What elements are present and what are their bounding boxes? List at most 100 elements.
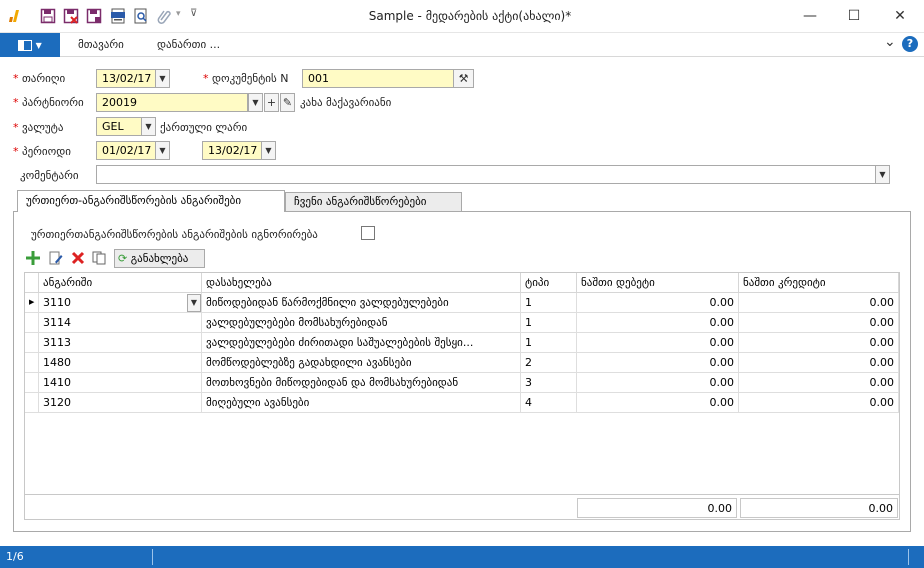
period-to-dropdown-button[interactable]: ▼ <box>261 141 276 160</box>
chevron-down-icon: ▼ <box>265 146 272 155</box>
comment-dropdown-button[interactable]: ▼ <box>875 165 890 184</box>
account-dropdown-button[interactable]: ▼ <box>187 294 201 312</box>
chevron-down-icon: ▼ <box>159 146 166 155</box>
date-field[interactable]: 13/02/17 <box>96 69 156 88</box>
table-cell-debit[interactable]: 0.00 <box>577 353 739 373</box>
collapse-ribbon-icon[interactable]: ⌄ <box>884 34 896 50</box>
app-logo-icon <box>9 10 19 22</box>
table-cell-account[interactable]: 3114 <box>39 313 202 333</box>
table-cell-account[interactable]: 1410 <box>39 373 202 393</box>
table-cell-type[interactable]: 1 <box>521 293 577 313</box>
table-cell-credit[interactable]: 0.00 <box>739 313 899 333</box>
partner-add-button[interactable]: + <box>264 93 279 112</box>
period-label: * პერიოდი <box>13 145 71 158</box>
table-cell-type[interactable]: 3 <box>521 373 577 393</box>
minimize-button[interactable]: — <box>788 4 832 28</box>
chevron-down-icon: ▼ <box>190 298 198 307</box>
table-cell-type[interactable]: 1 <box>521 313 577 333</box>
ignore-accounts-checkbox[interactable] <box>361 226 375 240</box>
col-header-credit[interactable]: ნაშთი კრედიტი <box>739 273 899 293</box>
tab-our-settlements[interactable]: ჩვენი ანგარიშსწორებები <box>285 192 462 211</box>
table-cell-type[interactable]: 2 <box>521 353 577 373</box>
table-cell-debit[interactable]: 0.00 <box>577 333 739 353</box>
currency-name: ქართული ლარი <box>160 121 248 134</box>
table-cell-credit[interactable]: 0.00 <box>739 373 899 393</box>
partner-label: * პარტნიორი <box>13 96 84 109</box>
table-cell-account[interactable]: 1480 <box>39 353 202 373</box>
date-dropdown-button[interactable]: ▼ <box>155 69 170 88</box>
partner-dropdown-button[interactable]: ▼ <box>248 93 263 112</box>
table-cell-debit[interactable]: 0.00 <box>577 373 739 393</box>
period-from-field[interactable]: 01/02/17 <box>96 141 156 160</box>
help-icon[interactable]: ? <box>902 36 918 52</box>
maximize-button[interactable]: ☐ <box>832 4 876 28</box>
table-cell-account[interactable]: 3113 <box>39 333 202 353</box>
table-cell-name[interactable]: მიწოდებიდან წარმოქმნილი ვალდებულებები <box>202 293 521 313</box>
edit-row-icon[interactable] <box>49 251 63 265</box>
currency-dropdown-button[interactable]: ▼ <box>141 117 156 136</box>
copy-row-icon[interactable] <box>92 251 106 265</box>
row-indicator <box>25 333 39 353</box>
table-cell-name[interactable]: მიღებული ავანსები <box>202 393 521 413</box>
partner-edit-button[interactable]: ✎ <box>280 93 295 112</box>
table-cell-type[interactable]: 4 <box>521 393 577 413</box>
table-cell-credit[interactable]: 0.00 <box>739 393 899 413</box>
attach-icon[interactable] <box>156 8 172 24</box>
table-cell-name[interactable]: ვალდებულებები მომსახურებიდან <box>202 313 521 333</box>
table-cell-name[interactable]: მოთხოვნები მიწოდებიდან და მომსახურებიდან <box>202 373 521 393</box>
row-indicator <box>25 353 39 373</box>
col-header-account[interactable]: ანგარიში <box>39 273 202 293</box>
docnum-label: * დოკუმენტის N <box>203 72 289 85</box>
ribbon-bar: ▼ მთავარი დანართი ... ⌄ ? <box>0 33 924 57</box>
table-cell-debit[interactable]: 0.00 <box>577 293 739 313</box>
window-title: Sample - მედარების აქტი(ახალი)* <box>368 9 572 23</box>
tab-attachment[interactable]: დანართი ... <box>157 38 220 51</box>
row-indicator <box>25 313 39 333</box>
table-cell-debit[interactable]: 0.00 <box>577 313 739 333</box>
record-position: 1/6 <box>6 550 24 563</box>
panel-icon <box>18 39 33 51</box>
comment-field[interactable] <box>96 165 876 184</box>
currency-field[interactable]: GEL <box>96 117 142 136</box>
table-cell-name[interactable]: ვალდებულებები ძირითადი საშუალებების შესყ… <box>202 333 521 353</box>
file-menu-button[interactable]: ▼ <box>0 33 60 57</box>
preview-icon[interactable] <box>133 8 149 24</box>
table-cell-account[interactable]: 3120 <box>39 393 202 413</box>
row-indicator-icon: ▶ <box>25 293 39 313</box>
table-cell-credit[interactable]: 0.00 <box>739 353 899 373</box>
table-cell-name[interactable]: მომწოდებლებზე გადახდილი ავანსები <box>202 353 521 373</box>
tab-main[interactable]: მთავარი <box>78 38 124 51</box>
period-to-field[interactable]: 13/02/17 <box>202 141 262 160</box>
partner-field[interactable]: 20019 <box>96 93 248 112</box>
col-header-name[interactable]: დასახელება <box>202 273 521 293</box>
comment-label: კომენტარი <box>20 169 79 182</box>
table-cell-debit[interactable]: 0.00 <box>577 393 739 413</box>
refresh-button[interactable]: ⟳ განახლება <box>114 249 205 268</box>
period-from-dropdown-button[interactable]: ▼ <box>155 141 170 160</box>
col-header-debit[interactable]: ნაშთი დებეტი <box>577 273 739 293</box>
docnum-field[interactable]: 001 <box>302 69 454 88</box>
row-indicator-header <box>25 273 39 293</box>
table-cell-credit[interactable]: 0.00 <box>739 333 899 353</box>
col-header-type[interactable]: ტიპი <box>521 273 577 293</box>
docnum-generate-button[interactable]: ⚒ <box>453 69 474 88</box>
row-indicator <box>25 373 39 393</box>
close-button[interactable]: ✕ <box>878 4 922 28</box>
currency-label: * ვალუტა <box>13 121 64 134</box>
table-cell-type[interactable]: 1 <box>521 333 577 353</box>
add-row-icon[interactable] <box>26 251 40 265</box>
accounts-grid: ანგარიში დასახელება ტიპი ნაშთი დებეტი ნა… <box>24 272 900 520</box>
tab-accounts[interactable]: ურთიერთ-ანგარიშსწორების ანგარიშები <box>17 190 285 212</box>
save-icon[interactable] <box>40 8 56 24</box>
partner-name: კახა მაქავარიანი <box>300 96 392 109</box>
print-pdf-icon[interactable] <box>110 8 126 24</box>
customize-toolbar-icon[interactable]: ⊽ <box>190 8 197 19</box>
save-new-icon[interactable] <box>86 8 102 24</box>
pencil-icon: ✎ <box>282 96 293 109</box>
delete-row-icon[interactable] <box>71 251 85 265</box>
status-divider <box>908 549 909 565</box>
table-cell-credit[interactable]: 0.00 <box>739 293 899 313</box>
attach-dropdown-icon[interactable]: ▾ <box>176 9 181 19</box>
save-close-icon[interactable] <box>63 8 79 24</box>
table-cell-account[interactable]: 3110 <box>39 293 202 313</box>
